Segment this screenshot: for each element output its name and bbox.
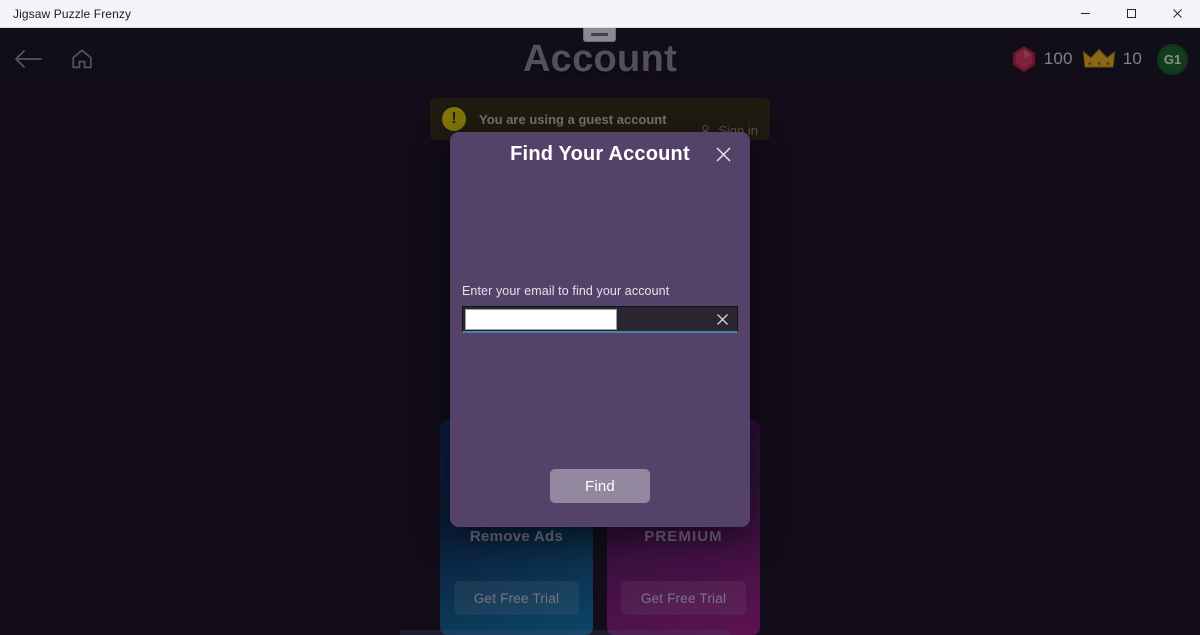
find-button[interactable]: Find — [550, 469, 650, 503]
find-account-dialog: Find Your Account Enter your email to fi… — [450, 132, 750, 527]
email-input[interactable] — [465, 308, 617, 330]
clear-input-icon[interactable] — [714, 311, 731, 328]
window-controls — [1062, 0, 1200, 28]
email-input-container[interactable] — [462, 306, 738, 333]
dialog-header: Find Your Account — [450, 132, 750, 176]
email-field-block: Enter your email to find your account — [462, 284, 738, 333]
close-button[interactable] — [1154, 0, 1200, 28]
close-icon[interactable] — [710, 141, 736, 167]
window-title-bar: Jigsaw Puzzle Frenzy — [0, 0, 1200, 28]
dialog-title: Find Your Account — [510, 142, 690, 165]
email-field-label: Enter your email to find your account — [462, 284, 670, 298]
maximize-button[interactable] — [1108, 0, 1154, 28]
app-window: Jigsaw Puzzle Frenzy Account 100 10 G1 !… — [0, 0, 1200, 635]
window-title: Jigsaw Puzzle Frenzy — [13, 6, 132, 21]
minimize-button[interactable] — [1062, 0, 1108, 28]
